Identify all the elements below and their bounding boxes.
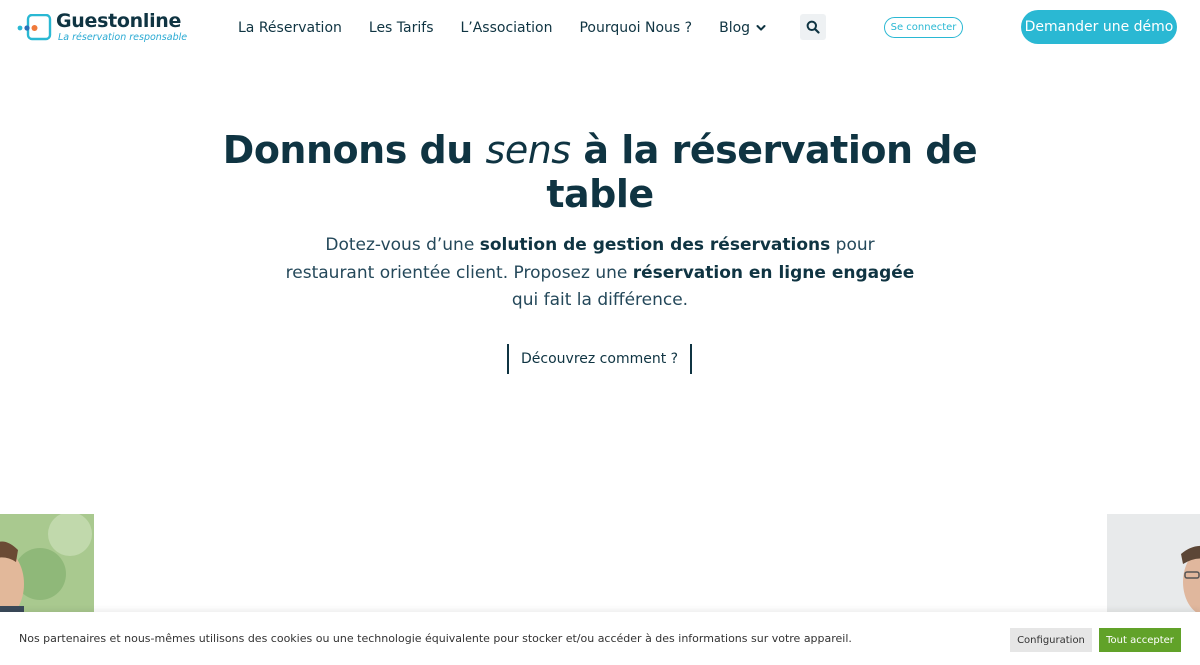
person-photo-icon (0, 514, 94, 614)
hero-subtitle: Dotez-vous d’une solution de gestion des… (280, 232, 920, 315)
logo-mark-icon (17, 14, 52, 41)
hero-sub-bold: réservation en ligne engagée (632, 262, 915, 283)
nav-label: Les Tarifs (368, 20, 434, 36)
hero-sub-text: qui fait la différence. (511, 290, 689, 310)
cookie-accept-all-button[interactable]: Tout accepter (1099, 628, 1181, 652)
logo-tagline: La réservation responsable (58, 32, 188, 43)
person-photo-icon (1107, 514, 1200, 614)
nav-item-blog[interactable]: Blog (719, 20, 766, 36)
hero-title-part: Donnons du (222, 128, 486, 172)
nav-label: L’Association (460, 20, 553, 36)
hero-title: Donnons du sens à la réservation de tabl… (200, 128, 1000, 216)
nav-label: La Réservation (238, 20, 342, 36)
discover-how-button[interactable]: Découvrez comment ? (507, 344, 693, 374)
hero-title-part: à la réservation de table (546, 128, 978, 216)
cookie-message: Nos partenaires et nous-mêmes utilisons … (19, 632, 852, 645)
request-demo-button[interactable]: Demander une démo (1021, 10, 1177, 44)
cookie-configuration-button[interactable]: Configuration (1010, 628, 1092, 652)
testimonial-photo-right (1107, 514, 1200, 614)
search-button[interactable] (800, 14, 826, 40)
guestonline-logo[interactable]: Guestonline La réservation responsable (16, 10, 188, 46)
hero-sub-bold: solution de gestion des réservations (479, 235, 831, 255)
nav-label: Pourquoi Nous ? (579, 20, 693, 36)
login-button[interactable]: Se connecter (884, 17, 963, 38)
testimonial-photo-left (0, 514, 94, 614)
cookie-banner: Nos partenaires et nous-mêmes utilisons … (0, 612, 1200, 665)
nav-item-pourquoi-nous[interactable]: Pourquoi Nous ? (579, 20, 692, 36)
hero-title-emphasis: sens (485, 128, 572, 172)
site-header: Guestonline La réservation responsable L… (0, 0, 1200, 56)
hero-sub-text: Dotez-vous d’une (325, 235, 480, 255)
main-nav: La Réservation Les Tarifs L’Association … (238, 18, 793, 38)
nav-item-tarifs[interactable]: Les Tarifs (369, 20, 434, 36)
chevron-down-icon (756, 25, 766, 31)
nav-item-association[interactable]: L’Association (460, 20, 552, 36)
search-icon (806, 20, 820, 34)
nav-label: Blog (719, 20, 751, 36)
nav-item-reservation[interactable]: La Réservation (238, 20, 342, 36)
logo-wordmark: Guestonline (56, 10, 182, 32)
